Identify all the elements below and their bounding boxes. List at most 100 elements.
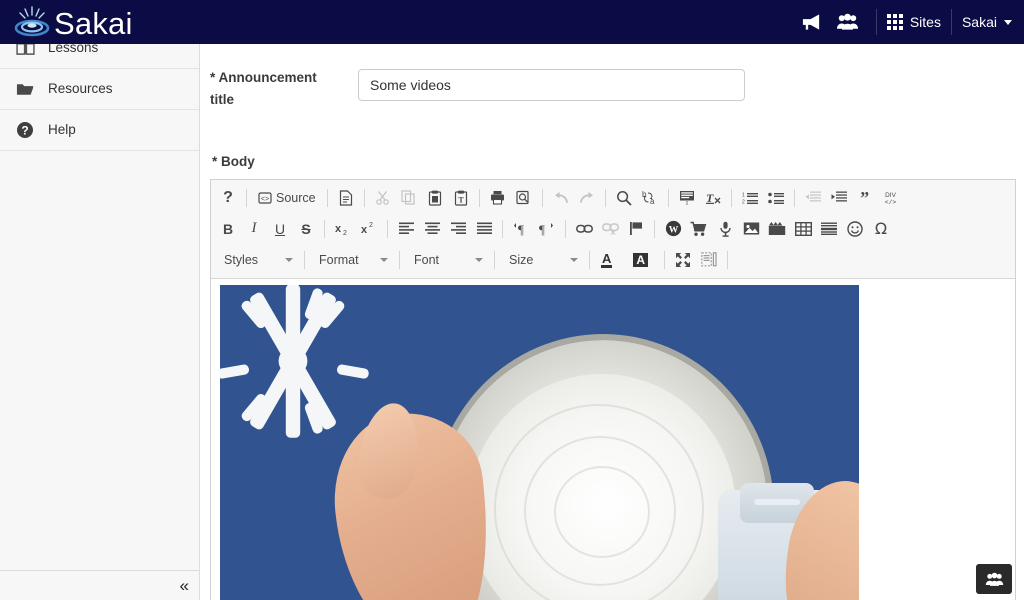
unlink-button[interactable]	[597, 217, 623, 241]
paragraph-rtl-icon: ¶	[539, 222, 555, 236]
redo-button[interactable]	[574, 186, 600, 210]
text-color-button[interactable]: A	[595, 252, 623, 268]
align-justify-button[interactable]	[471, 217, 497, 241]
header-divider-2	[950, 9, 952, 35]
embedded-video-thumbnail[interactable]	[220, 285, 859, 600]
sites-button[interactable]: Sites	[886, 14, 941, 30]
chain-link-icon	[575, 223, 593, 235]
new-page-button[interactable]	[333, 186, 359, 210]
toolbar-divider	[494, 250, 495, 269]
sidebar-item-resources[interactable]: Resources	[0, 69, 199, 110]
bulleted-list-button[interactable]	[763, 186, 789, 210]
font-combo-label: Font	[414, 252, 440, 267]
body-label: * Body	[212, 154, 255, 169]
sidebar-item-label: Resources	[48, 81, 113, 97]
replace-button[interactable]: b a	[637, 186, 663, 210]
people-group-icon[interactable]	[833, 7, 863, 37]
superscript-button[interactable]: x 2	[356, 217, 382, 241]
bold-icon: B	[222, 220, 234, 237]
align-center-button[interactable]	[419, 217, 445, 241]
audio-recorder-button[interactable]	[712, 217, 738, 241]
paste-button[interactable]	[422, 186, 448, 210]
cart-button[interactable]	[686, 217, 712, 241]
folder-open-icon	[14, 79, 36, 99]
subscript-button[interactable]: x 2	[330, 217, 356, 241]
toolbar-divider	[589, 250, 590, 269]
editor-toolbar-row-2: B I U S x 2 x 2 ¶ ¶ W Ω	[215, 213, 1011, 244]
format-combo-label: Format	[319, 252, 359, 267]
paragraph-ltr-icon: ¶	[513, 222, 529, 236]
find-button[interactable]	[611, 186, 637, 210]
site-members-widget[interactable]	[976, 564, 1012, 594]
horizontal-rule-button[interactable]	[816, 217, 842, 241]
copy-button[interactable]	[396, 186, 422, 210]
toolbar-divider	[604, 188, 606, 207]
sidebar-footer: «	[0, 570, 200, 600]
anchor-button[interactable]	[623, 217, 649, 241]
text-direction-ltr-button[interactable]: ¶	[508, 217, 534, 241]
undo-button[interactable]	[548, 186, 574, 210]
text-direction-rtl-button[interactable]: ¶	[534, 217, 560, 241]
italic-button[interactable]: I	[241, 217, 267, 241]
svg-text:1: 1	[742, 192, 745, 198]
toolbar-divider	[304, 250, 305, 269]
show-blocks-button[interactable]	[696, 248, 722, 272]
chevron-double-left-icon[interactable]: «	[180, 577, 190, 594]
movie-button[interactable]	[764, 217, 790, 241]
div-container-button[interactable]: DIV </>	[878, 186, 904, 210]
print-button[interactable]	[485, 186, 511, 210]
align-right-button[interactable]	[445, 217, 471, 241]
toolbar-divider	[324, 219, 325, 238]
underline-button[interactable]: U	[267, 217, 293, 241]
increase-indent-icon	[831, 191, 847, 204]
indent-button[interactable]	[826, 186, 852, 210]
smiley-button[interactable]	[842, 217, 868, 241]
megaphone-icon[interactable]	[797, 7, 827, 37]
source-button[interactable]: <> Source	[252, 186, 322, 210]
editor-toolbar-row-1: ? <> Source T b a I T 1 2 ” DIV </>	[215, 182, 1011, 213]
toolbar-divider	[565, 219, 566, 238]
toolbar-divider	[246, 188, 247, 207]
numbered-list-button[interactable]: 1 2	[737, 186, 763, 210]
font-combo[interactable]: Font	[405, 248, 489, 272]
smiley-face-icon	[847, 220, 863, 237]
about-button[interactable]: ?	[215, 186, 241, 210]
format-combo[interactable]: Format	[310, 248, 394, 272]
maximize-icon	[675, 252, 691, 268]
blockquote-button[interactable]: ”	[852, 186, 878, 210]
cut-button[interactable]	[370, 186, 396, 210]
align-left-button[interactable]	[393, 217, 419, 241]
caret-down-icon	[1004, 19, 1012, 25]
maximize-button[interactable]	[670, 248, 696, 272]
top-header: Sakai Sites Sakai	[0, 0, 1024, 44]
source-code-icon: <>	[258, 191, 272, 205]
table-button[interactable]	[790, 217, 816, 241]
image-button[interactable]	[738, 217, 764, 241]
styles-combo[interactable]: Styles	[215, 248, 299, 272]
user-menu-button[interactable]: Sakai	[962, 14, 1012, 30]
special-char-button[interactable]: Ω	[868, 217, 894, 241]
new-page-icon	[339, 189, 353, 206]
link-button[interactable]	[571, 217, 597, 241]
sites-label: Sites	[909, 14, 941, 30]
div-container-icon: DIV </>	[882, 190, 899, 206]
sidebar-item-help[interactable]: ? Help	[0, 110, 199, 151]
toolbar-divider	[387, 219, 388, 238]
wiris-button[interactable]: W	[660, 217, 686, 241]
strikethrough-button[interactable]: S	[293, 217, 319, 241]
preview-button[interactable]	[511, 186, 537, 210]
bold-button[interactable]: B	[215, 217, 241, 241]
background-color-button[interactable]: A	[623, 252, 659, 267]
announcement-title-input[interactable]	[358, 69, 745, 101]
paste-as-text-button[interactable]: T	[448, 186, 474, 210]
superscript-icon: x 2	[361, 221, 377, 236]
select-all-button[interactable]: I	[674, 186, 700, 210]
remove-format-button[interactable]: T	[700, 186, 726, 210]
outdent-button[interactable]	[800, 186, 826, 210]
table-grid-icon	[794, 221, 812, 236]
brand-home-link[interactable]: Sakai	[14, 0, 133, 44]
size-combo[interactable]: Size	[500, 248, 584, 272]
editor-content-area[interactable]	[211, 279, 1015, 600]
shopping-cart-icon	[690, 221, 708, 237]
toolbar-divider	[541, 188, 543, 207]
